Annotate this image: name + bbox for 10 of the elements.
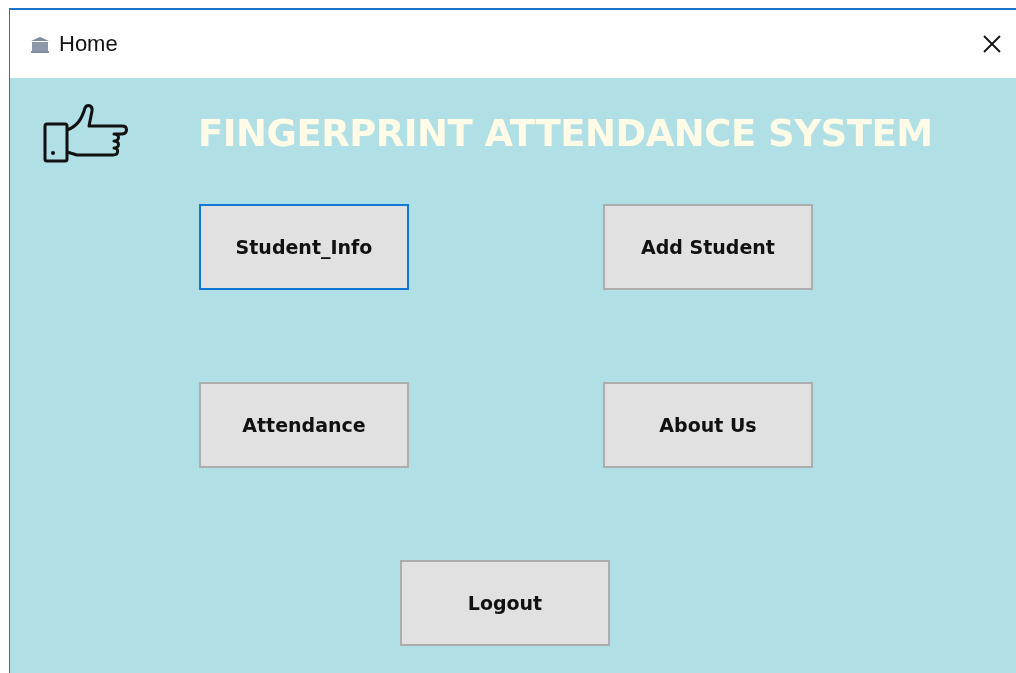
menu-button[interactable]: Add Student <box>603 204 813 290</box>
close-icon[interactable] <box>982 34 1002 54</box>
menu-button[interactable]: Student_Info <box>199 204 409 290</box>
thumbs-up-icon <box>42 102 130 164</box>
window-title: Home <box>59 31 118 57</box>
logout-button[interactable]: Logout <box>400 560 610 646</box>
menu-button[interactable]: About Us <box>603 382 813 468</box>
app-title: FINGERPRINT ATTENDANCE SYSTEM <box>198 111 933 155</box>
building-icon <box>30 35 50 53</box>
menu-button[interactable]: Attendance <box>199 382 409 468</box>
